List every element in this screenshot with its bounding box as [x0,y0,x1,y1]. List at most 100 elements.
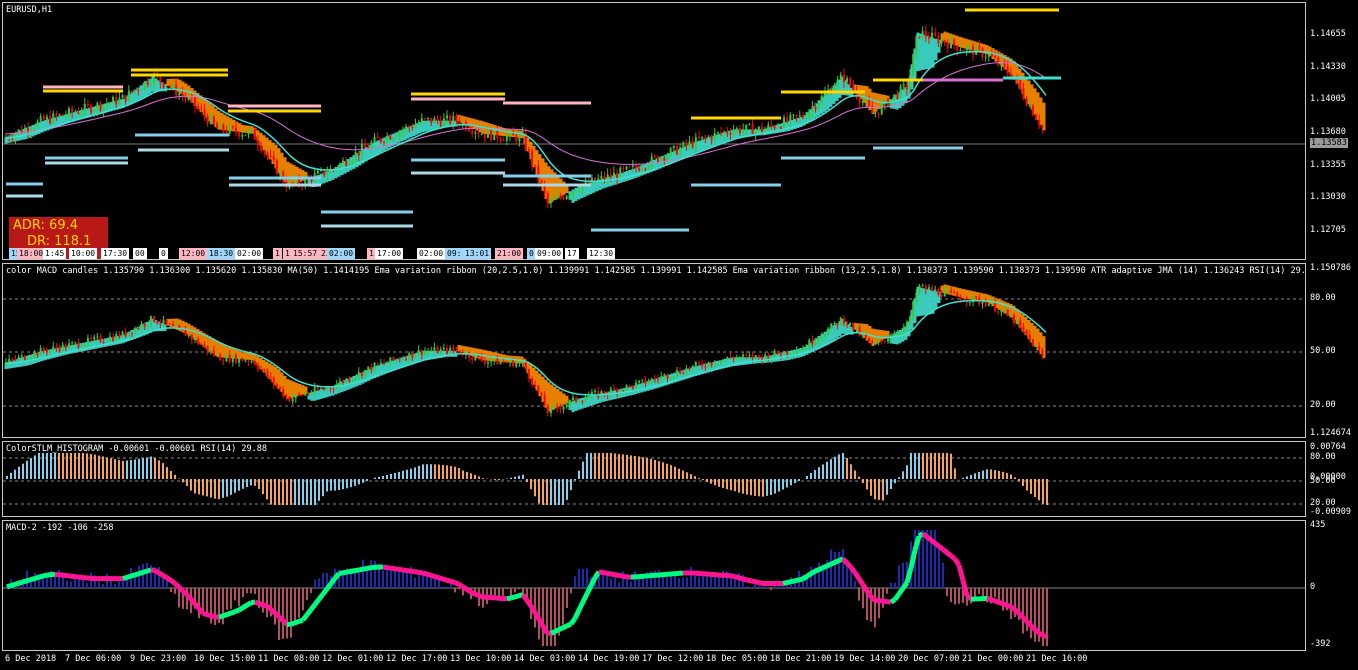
macd-signal-segment [1013,607,1021,616]
macd-signal-segment [269,607,277,615]
candle-body [171,323,174,326]
time-label: 14 Dec 19:00 [578,654,640,664]
macd-signal-segment [173,581,181,589]
macd-signal-segment [265,604,273,612]
candle-body [108,336,111,342]
candle-body [244,360,247,362]
candle-body [348,163,351,166]
stlm-histogram-pane[interactable]: ColorSTLM_HISTOGRAM -0.00601 -0.00601 RS… [2,441,1306,517]
candle-body [713,133,716,141]
candle-body [83,344,86,347]
candle-body [323,388,326,390]
macd-signal-segment [856,577,866,587]
macd-signal-segment [998,600,1004,607]
candle-body [383,141,385,143]
candle-body [379,138,382,142]
macd-signal-segment [414,569,420,575]
candle-body [537,165,540,181]
axis-label: 50.00 [1310,476,1336,486]
candle-body [858,327,861,336]
candle-body [518,134,521,142]
macd-signal-segment [346,568,352,575]
stlm-axis: 0.00764 80.00 0.00000 50.00 20.00 -0.009… [1307,441,1358,517]
candle-body [316,170,319,174]
macd-signal-segment [202,611,208,617]
macd-signal-segment [301,613,309,622]
price-label: 1.13355 [1310,160,1346,170]
axis-label: 1.124674 [1310,428,1351,438]
rsi-candles-pane[interactable]: color MACD candles 1.135790 1.136300 1.1… [2,263,1306,438]
macd-signal-segment [134,571,140,578]
candle-body [861,101,864,103]
candle-body [11,138,14,140]
macd-pane[interactable]: MACD-2 -192 -106 -258 [2,520,1306,651]
candle-body [751,354,754,359]
adr-value: ADR: 69.4 [13,218,78,233]
macd-canvas[interactable] [3,521,1306,651]
candle-body [423,118,426,120]
candle-body [430,117,433,123]
candle-body [140,323,143,329]
macd-signal-segment [514,593,520,600]
candle-body [682,373,685,375]
candle-body [1028,334,1031,340]
candle-body [342,381,345,383]
candle-body [688,141,691,146]
macd-signal-segment [222,612,228,619]
candle-body [880,340,883,342]
candle-body [30,357,33,360]
macd-signal-segment [410,568,416,575]
axis-label: 435 [1310,520,1326,530]
main-chart-pane[interactable]: EURUSD,H1 ADR: 69.4 DR: 118.1 15 18:00 1:4… [2,2,1306,260]
macd-signal-segment [426,571,432,578]
candle-body [994,56,997,58]
candle-body [499,138,502,140]
macd-signal-segment [226,610,232,617]
candle-body [657,156,660,163]
candle-body [77,342,80,348]
candle-body [55,346,58,349]
candle-body [795,114,798,117]
candle-body [553,406,556,408]
macd-signal-segment [258,601,264,608]
candle-body [395,359,398,361]
candle-body [127,90,130,102]
candle-body [918,285,921,293]
candle-body [950,39,952,49]
macd-signal-segment [622,573,628,580]
macd-signal-segment [193,602,201,611]
candle-body [921,285,924,287]
candle-body [149,83,152,85]
candle-body [118,97,121,105]
candle-body [420,118,423,123]
macd-signal-segment [38,573,44,580]
macd-signal-segment [925,534,933,542]
macd-signal-segment [742,576,748,583]
candle-body [216,123,219,129]
candle-body [291,398,294,402]
candle-body [379,362,382,365]
candle-body [471,130,474,134]
candle-body [332,388,335,390]
candle-body [446,347,448,354]
candle-body [131,90,133,93]
macd-signal-segment [572,608,582,620]
candle-body [345,378,348,383]
macd-signal-segment [18,579,24,586]
time-label: 11 Dec 08:00 [258,654,320,664]
macd-signal-segment [461,584,469,592]
candle-body [269,155,272,157]
rsi-candles-canvas[interactable] [3,264,1306,438]
candle-body [389,357,392,363]
price-chart-canvas[interactable] [3,3,1306,260]
candle-body [197,338,200,344]
candle-body [175,325,178,327]
candle-body [653,156,656,158]
macd-signal-segment [833,558,841,565]
axis-label: 50.00 [1310,346,1336,356]
macd-signal-segment [786,579,792,586]
candle-body [805,347,808,349]
candle-body [121,331,124,338]
candle-body [427,117,430,119]
candle-body [912,301,915,318]
